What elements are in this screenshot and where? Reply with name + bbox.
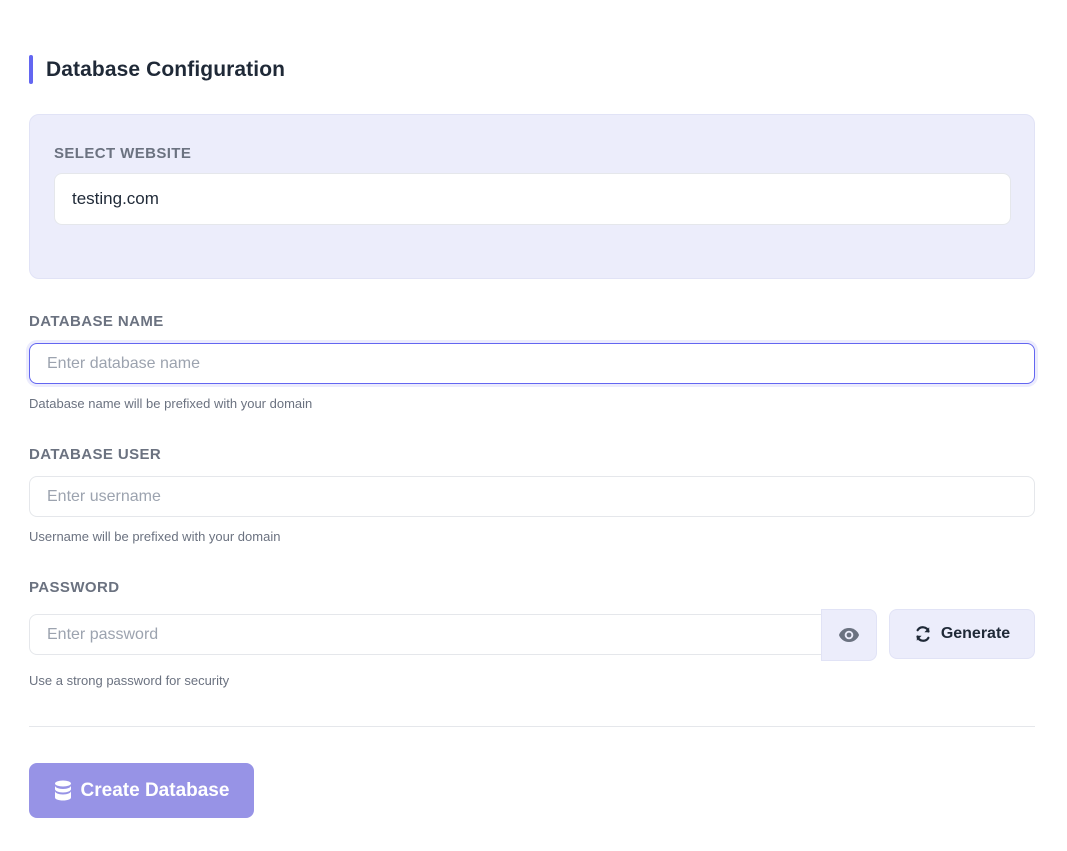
database-config-page: Database Configuration Select Website te… — [0, 0, 1067, 851]
refresh-icon — [916, 626, 930, 642]
password-label: Password — [29, 579, 120, 596]
generate-password-button[interactable]: Generate — [889, 609, 1035, 659]
password-help: Use a strong password for security — [29, 673, 230, 688]
divider — [29, 726, 1035, 727]
db-user-input[interactable] — [29, 476, 1035, 517]
website-select[interactable]: testing.com — [54, 173, 1011, 225]
eye-icon — [839, 628, 859, 642]
page-title: Database Configuration — [46, 57, 286, 81]
title-accent-bar — [29, 55, 33, 84]
password-input[interactable] — [29, 614, 822, 655]
website-selected-value: testing.com — [72, 189, 159, 208]
database-icon — [54, 780, 71, 801]
db-user-help: Username will be prefixed with your doma… — [29, 529, 281, 544]
create-database-label: Create Database — [80, 779, 230, 801]
db-name-input[interactable] — [29, 343, 1035, 384]
website-label: Select Website — [54, 145, 192, 162]
db-name-help: Database name will be prefixed with your… — [29, 396, 313, 411]
create-database-button[interactable]: Create Database — [29, 763, 254, 818]
section-header: Database Configuration — [29, 55, 285, 84]
website-select-card: Select Website testing.com — [29, 114, 1035, 279]
db-name-label: Database Name — [29, 313, 164, 330]
generate-label: Generate — [940, 625, 1011, 642]
db-user-label: Database User — [29, 446, 162, 463]
toggle-password-button[interactable] — [821, 609, 877, 661]
